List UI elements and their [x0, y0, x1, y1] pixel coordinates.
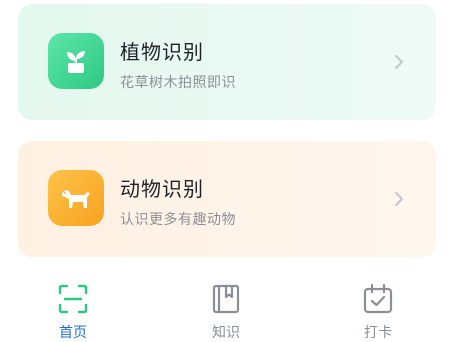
tab-checkin[interactable]: 打卡	[338, 282, 418, 342]
tab-knowledge-label: 知识	[212, 325, 240, 341]
plant-card-subtitle: 花草树木拍照即识	[120, 75, 236, 91]
book-icon	[212, 284, 240, 314]
chevron-right-icon	[395, 192, 403, 206]
tab-knowledge[interactable]: 知识	[186, 282, 266, 342]
animal-card-title: 动物识别	[120, 177, 204, 201]
plant-card-title: 植物识别	[120, 40, 204, 64]
tab-checkin-label: 打卡	[364, 325, 392, 341]
dog-icon	[48, 170, 104, 226]
chevron-right-icon	[395, 55, 403, 69]
bottom-tab-bar: 首页 知识 打卡	[0, 272, 450, 342]
sprout-pot-icon	[48, 33, 104, 89]
animal-card-subtitle: 认识更多有趣动物	[120, 212, 236, 228]
calendar-check-icon	[363, 283, 393, 314]
animal-recognition-card[interactable]: 动物识别 认识更多有趣动物	[18, 141, 436, 257]
plant-recognition-card[interactable]: 植物识别 花草树木拍照即识	[18, 4, 436, 120]
scan-icon	[58, 284, 88, 314]
tab-home[interactable]: 首页	[33, 282, 113, 342]
tab-home-label: 首页	[59, 325, 87, 341]
